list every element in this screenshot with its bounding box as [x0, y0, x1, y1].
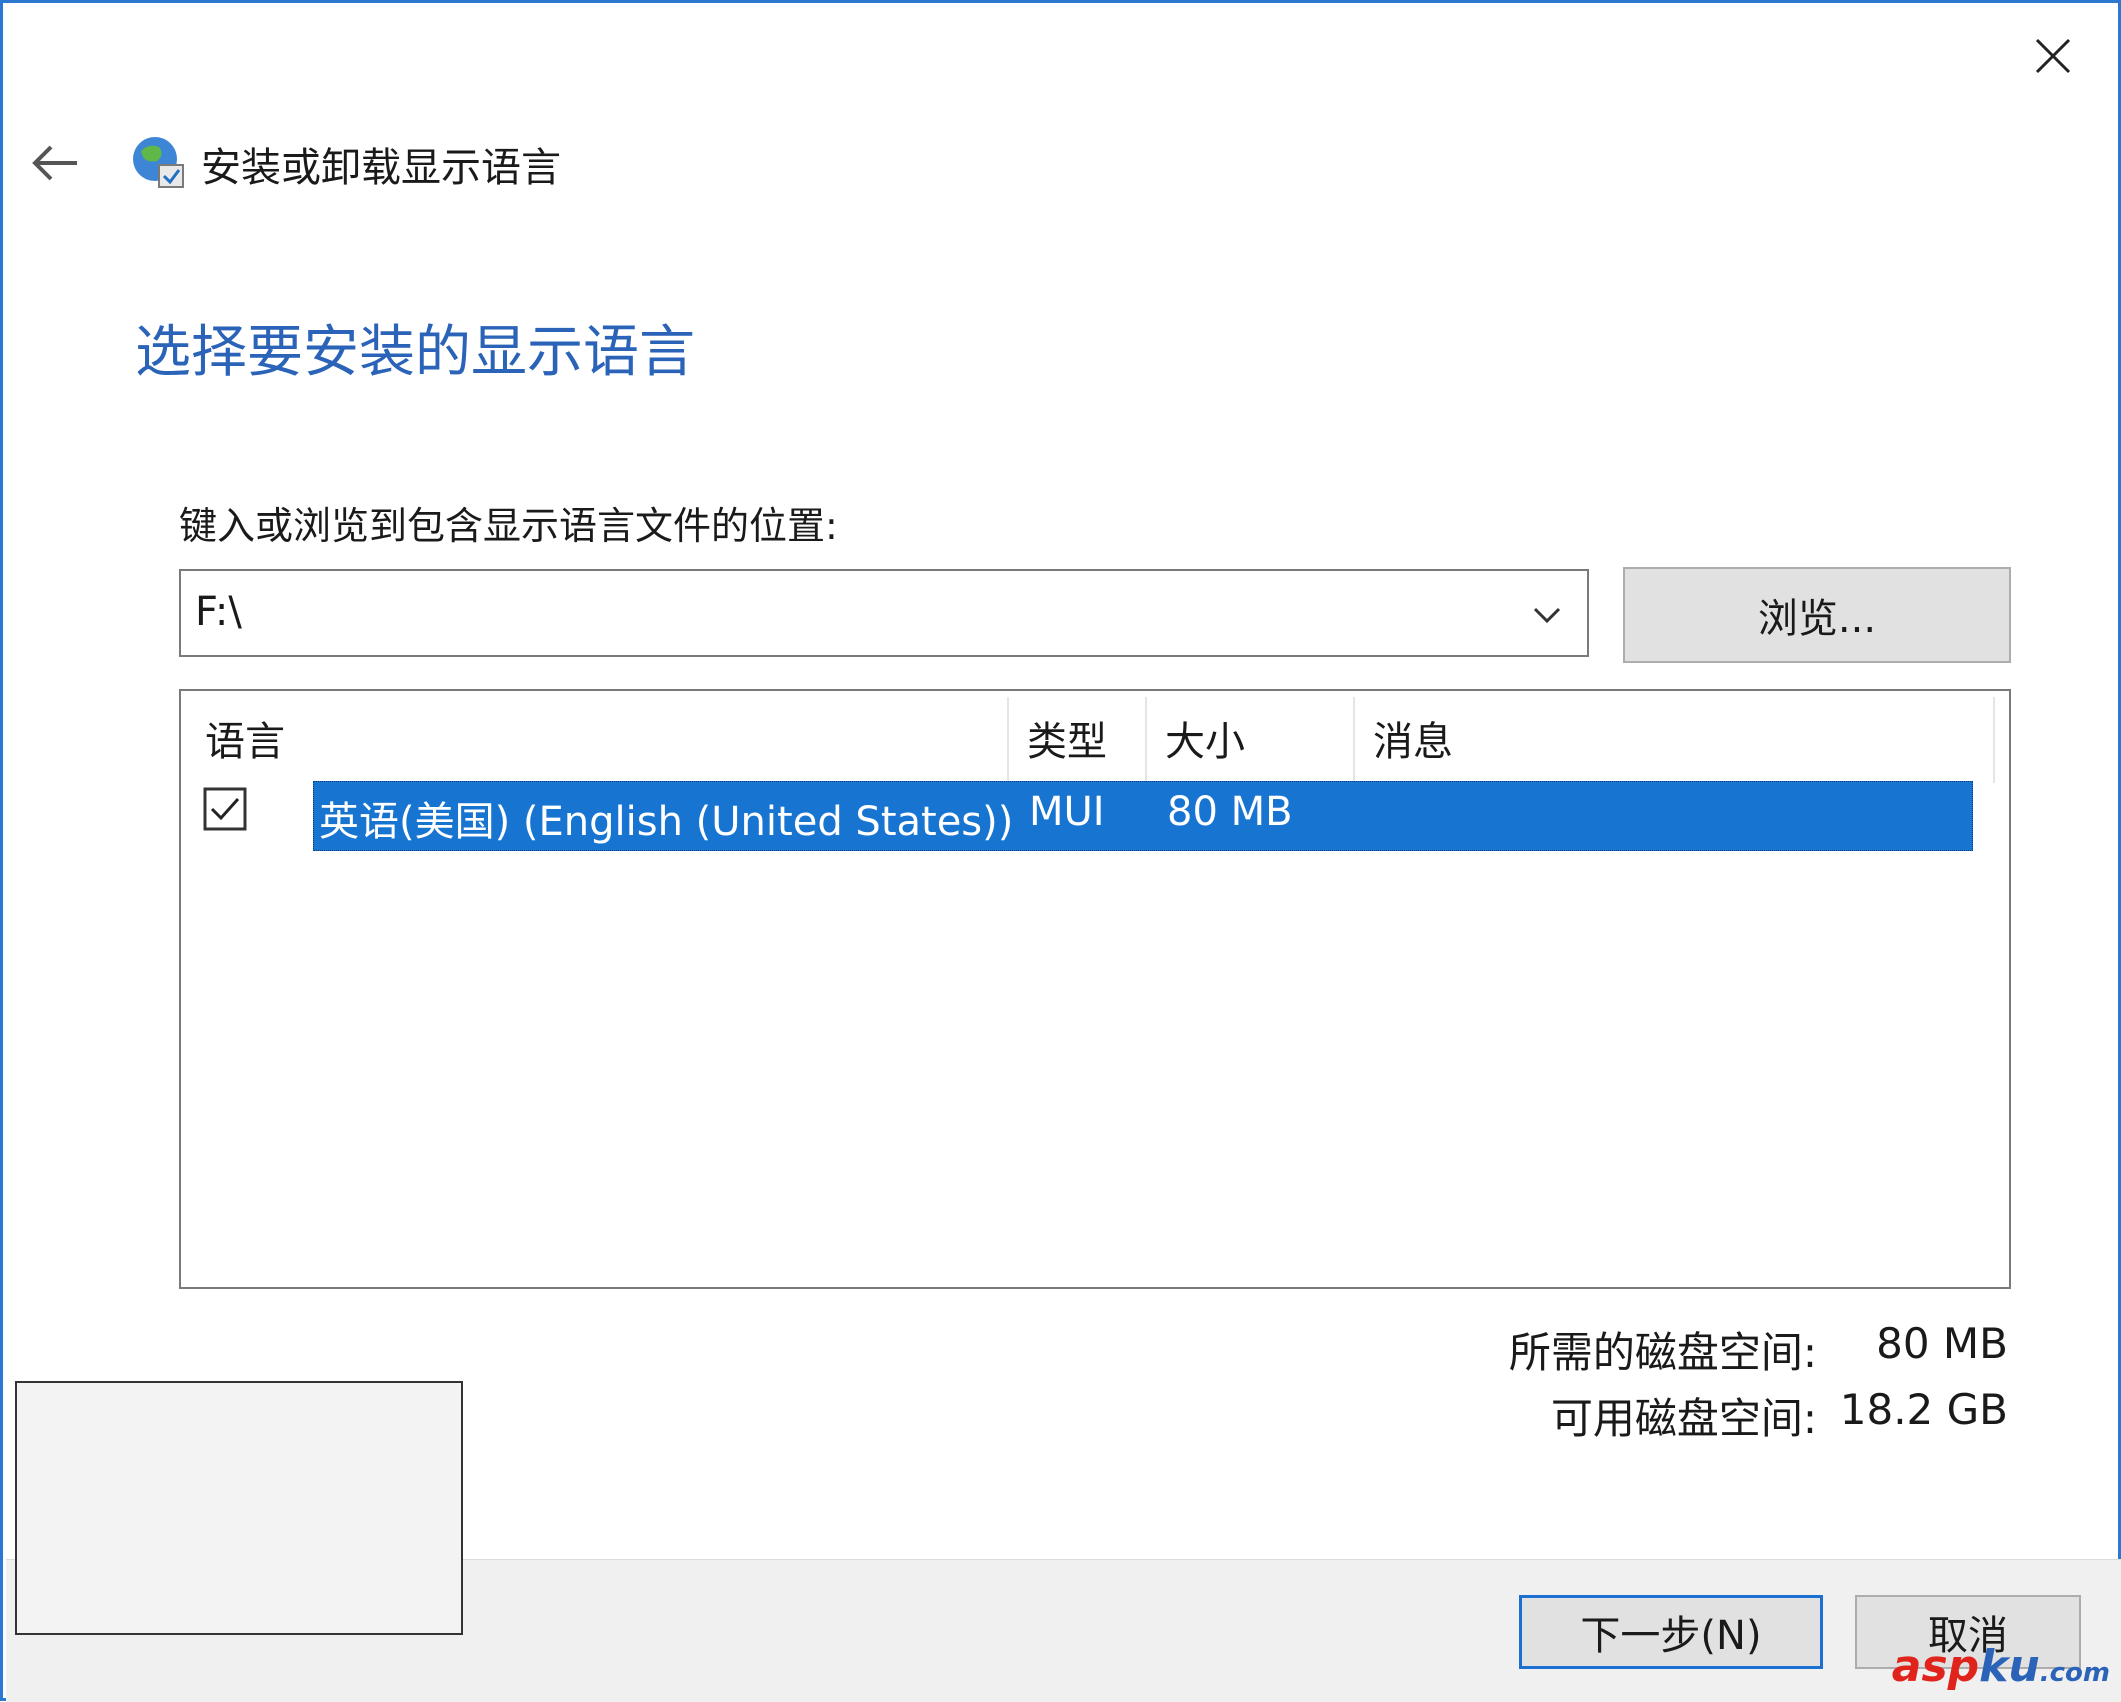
column-header-message[interactable]: 消息 [1373, 709, 1453, 767]
location-input[interactable]: F:\ [195, 589, 242, 635]
location-label: 键入或浏览到包含显示语言文件的位置: [179, 504, 838, 548]
column-separator[interactable] [1353, 697, 1355, 783]
column-separator[interactable] [1145, 697, 1147, 783]
column-separator[interactable] [1007, 697, 1009, 783]
cell-size: 80 MB [1167, 789, 1293, 835]
dialog-window: 安装或卸载显示语言 选择要安装的显示语言 键入或浏览到包含显示语言文件的位置: … [0, 0, 2121, 1702]
row-checkbox[interactable] [203, 787, 247, 831]
available-space-label: 可用磁盘空间: [1550, 1394, 1817, 1443]
column-header-language[interactable]: 语言 [205, 709, 285, 767]
window-title: 安装或卸载显示语言 [201, 145, 561, 191]
required-space-value: 80 MB [1876, 1319, 2008, 1368]
cell-type: MUI [1029, 789, 1105, 835]
available-space-value: 18.2 GB [1839, 1385, 2008, 1434]
watermark-logo: aspku.com [1891, 1641, 2110, 1692]
language-list[interactable]: 语言 类型 大小 消息 英语(美国) (English (United Stat… [179, 689, 2011, 1289]
back-arrow-icon [32, 145, 77, 181]
close-button[interactable] [2018, 21, 2088, 91]
column-header-type[interactable]: 类型 [1027, 709, 1107, 767]
close-icon [2035, 38, 2071, 74]
page-heading: 选择要安装的显示语言 [135, 320, 695, 385]
browse-button[interactable]: 浏览... [1623, 567, 2011, 663]
globe-language-icon [133, 137, 184, 188]
column-header-size[interactable]: 大小 [1165, 709, 1245, 767]
column-separator[interactable] [1993, 697, 1995, 783]
next-button[interactable]: 下一步(N) [1519, 1595, 1823, 1669]
blank-overlay-box [15, 1381, 463, 1635]
back-button[interactable] [25, 131, 89, 195]
required-space-label: 所需的磁盘空间: [1508, 1328, 1817, 1377]
location-combobox[interactable]: F:\ [179, 569, 1589, 657]
chevron-down-icon[interactable] [1525, 593, 1569, 637]
cell-language: 英语(美国) (English (United States)) [319, 799, 1014, 845]
